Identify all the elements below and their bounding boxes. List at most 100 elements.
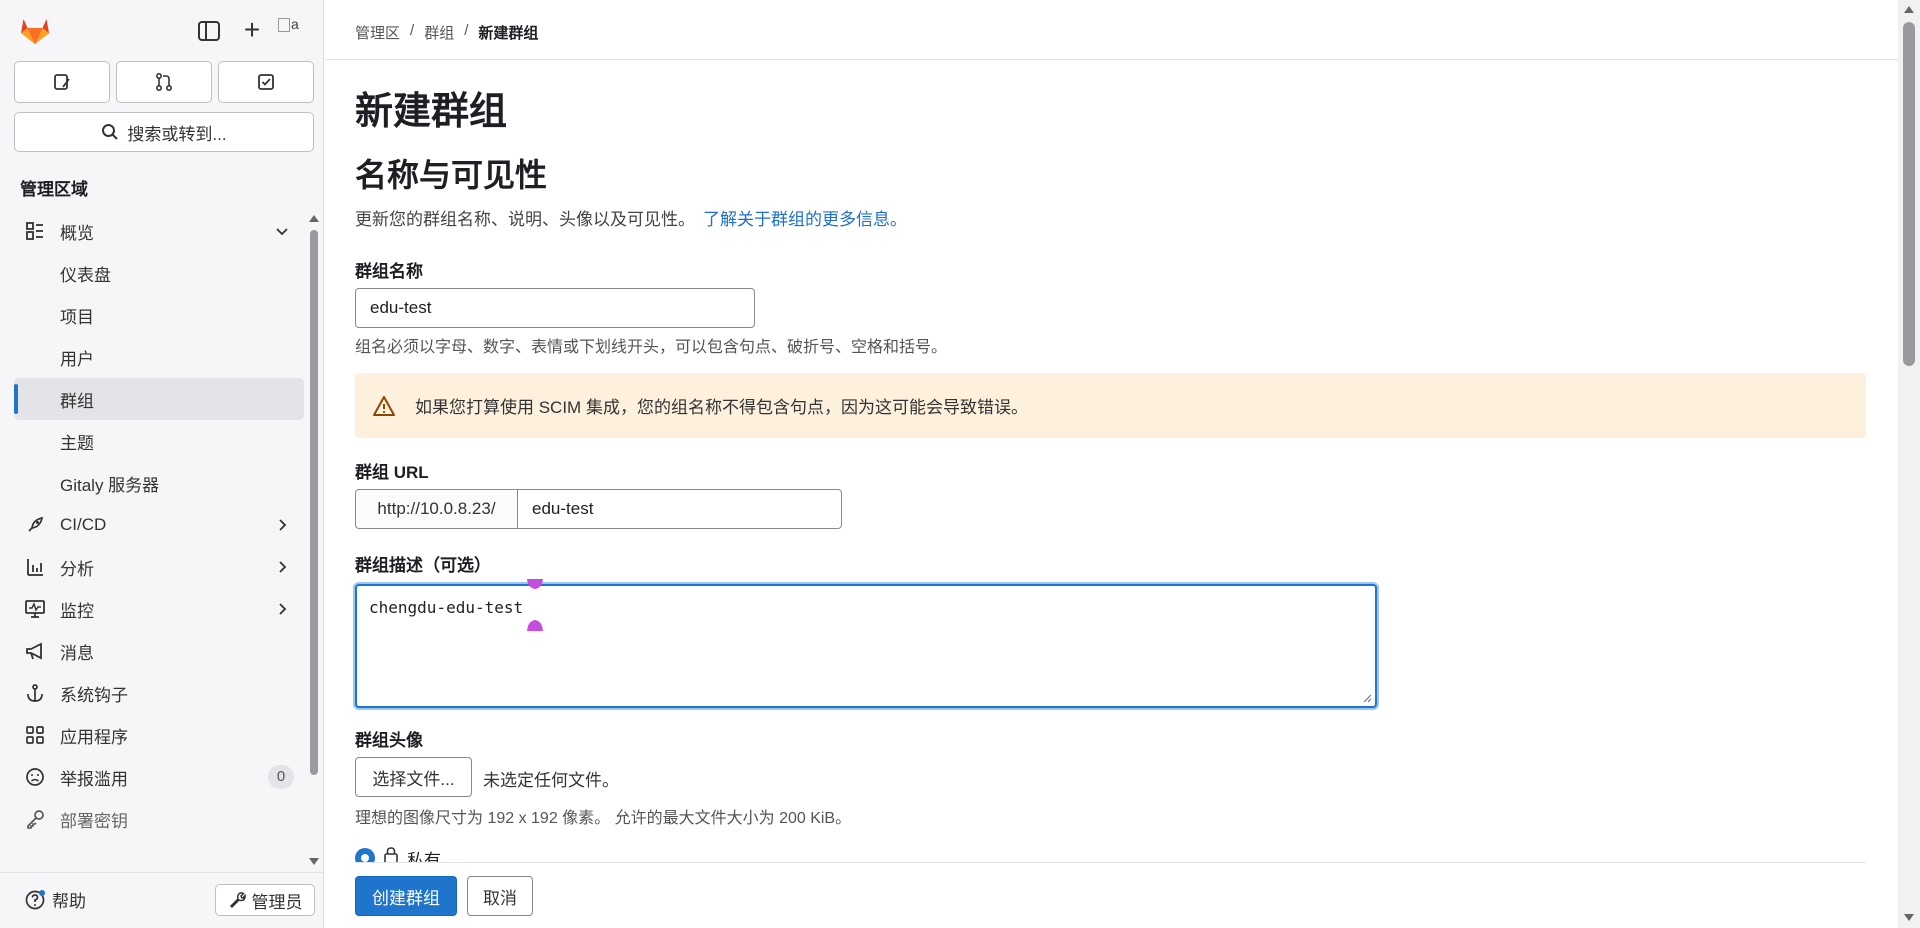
admin-button[interactable]: 管理员 xyxy=(215,884,315,916)
sidebar-item-label: 消息 xyxy=(60,643,94,663)
megaphone-icon xyxy=(26,642,42,660)
sidebar-item-overview[interactable]: 概览 xyxy=(14,210,304,252)
sidebar-item-dashboard[interactable]: 仪表盘 xyxy=(14,252,304,294)
sidebar-item-topics[interactable]: 主题 xyxy=(14,420,304,462)
issues-button[interactable] xyxy=(14,61,110,103)
sidebar-scroll-up-icon[interactable] xyxy=(309,215,319,222)
todo-icon xyxy=(258,74,274,90)
group-url-label: 群组 URL xyxy=(355,463,429,482)
sidebar-nav: 概览 仪表盘 项目 用户 群组 主题 Gitaly 服务器 CI/CD 分析 监… xyxy=(14,210,304,840)
alert-text: 如果您打算使用 SCIM 集成，您的组名称不得包含句点，因为这可能会导致错误。 xyxy=(415,398,1028,417)
sidebar-scrollbar[interactable] xyxy=(310,230,318,775)
sidebar-item-gitaly[interactable]: Gitaly 服务器 xyxy=(14,462,304,504)
search-button[interactable]: 搜索或转到... xyxy=(14,112,314,152)
group-description-textarea[interactable]: chengdu-edu-test xyxy=(355,584,1377,708)
chevron-down-icon xyxy=(276,228,288,236)
warning-icon xyxy=(373,396,395,416)
breadcrumb-current[interactable]: 新建群组 xyxy=(478,22,538,43)
area-title: 管理区域 xyxy=(20,180,88,199)
sidebar-item-label: 仪表盘 xyxy=(60,265,111,285)
admin-label: 管理员 xyxy=(251,892,303,912)
group-url-input[interactable]: edu-test xyxy=(517,489,842,529)
issues-icon xyxy=(54,74,70,90)
breadcrumb-admin-link[interactable]: 管理区 xyxy=(355,22,400,43)
sidebar-item-analytics[interactable]: 分析 xyxy=(14,546,304,588)
create-group-button[interactable]: 创建群组 xyxy=(355,876,457,916)
sidebar: + a 搜索或转到... 管理区域 概览 仪表盘 项目 用户 群组 主题 Git… xyxy=(0,0,324,928)
group-url-value: edu-test xyxy=(532,499,594,518)
page-scroll-down-icon[interactable] xyxy=(1904,914,1914,921)
key-icon xyxy=(27,810,44,829)
form-actions: 创建群组 取消 xyxy=(355,862,1866,928)
gitlab-logo-icon[interactable] xyxy=(18,13,52,47)
sidebar-item-label: 概览 xyxy=(60,223,94,243)
sidebar-item-label: Gitaly 服务器 xyxy=(60,475,160,495)
search-icon xyxy=(102,124,119,140)
main-content: 管理区 / 群组 / 新建群组 新建群组 名称与可见性 更新您的群组名称、说明、… xyxy=(325,0,1898,928)
breadcrumb-separator: / xyxy=(410,22,415,39)
page-scrollbar[interactable] xyxy=(1898,0,1920,928)
todos-button[interactable] xyxy=(218,61,314,103)
sidebar-item-label: CI/CD xyxy=(60,515,107,534)
scim-warning-alert: 如果您打算使用 SCIM 集成，您的组名称不得包含句点，因为这可能会导致错误。 xyxy=(355,373,1866,438)
section-title: 名称与可见性 xyxy=(355,157,548,193)
group-name-input[interactable]: edu-test xyxy=(355,288,755,328)
sidebar-item-cicd[interactable]: CI/CD xyxy=(14,504,304,546)
sidebar-item-label: 举报滥用 xyxy=(60,769,128,789)
chart-icon xyxy=(27,559,43,576)
sidebar-scroll-down-icon[interactable] xyxy=(309,858,319,865)
sidebar-header: + a xyxy=(0,0,324,62)
page-title: 新建群组 xyxy=(355,91,508,133)
sidebar-item-applications[interactable]: 应用程序 xyxy=(14,714,304,756)
resize-handle-icon[interactable] xyxy=(1362,693,1372,703)
choose-file-button[interactable]: 选择文件... xyxy=(355,757,472,797)
group-avatar-label: 群组头像 xyxy=(355,731,423,750)
sidebar-item-label: 监控 xyxy=(60,601,94,621)
quick-actions xyxy=(14,61,314,103)
section-description-text: 更新您的群组名称、说明、头像以及可见性。 xyxy=(355,210,695,229)
sidebar-item-users[interactable]: 用户 xyxy=(14,336,304,378)
sidebar-item-system-hooks[interactable]: 系统钩子 xyxy=(14,672,304,714)
sidebar-item-abuse-reports[interactable]: 举报滥用 0 xyxy=(14,756,304,798)
cancel-button[interactable]: 取消 xyxy=(467,876,533,916)
breadcrumb-separator: / xyxy=(464,22,469,39)
file-status-text: 未选定任何文件。 xyxy=(483,771,619,790)
group-name-value: edu-test xyxy=(370,298,432,317)
sidebar-item-deploy-keys[interactable]: 部署密钥 xyxy=(14,798,304,840)
sidebar-item-projects[interactable]: 项目 xyxy=(14,294,304,336)
sidebar-item-monitoring[interactable]: 监控 xyxy=(14,588,304,630)
section-description: 更新您的群组名称、说明、头像以及可见性。 了解关于群组的更多信息。 xyxy=(355,205,907,230)
wrench-icon xyxy=(229,892,246,909)
rocket-icon xyxy=(28,516,44,532)
sidebar-item-label: 分析 xyxy=(60,559,94,579)
create-new-icon[interactable]: + xyxy=(239,16,265,44)
count-badge: 0 xyxy=(268,765,294,789)
breadcrumb: 管理区 / 群组 / 新建群组 xyxy=(355,22,538,43)
help-button[interactable]: 帮助 xyxy=(24,887,86,912)
group-name-hint: 组名必须以字母、数字、表情或下划线开头，可以包含句点、破折号、空格和括号。 xyxy=(355,339,948,356)
group-name-label: 群组名称 xyxy=(355,262,423,281)
sidebar-item-label: 项目 xyxy=(60,307,94,327)
breadcrumb-groups-link[interactable]: 群组 xyxy=(424,22,454,43)
sidebar-item-label: 部署密钥 xyxy=(60,811,128,831)
search-label: 搜索或转到... xyxy=(127,124,227,144)
page-scrollbar-thumb[interactable] xyxy=(1903,22,1915,366)
monitor-icon xyxy=(25,600,45,618)
chevron-right-icon xyxy=(279,603,287,615)
avatar[interactable]: a xyxy=(278,16,310,46)
learn-more-link[interactable]: 了解关于群组的更多信息。 xyxy=(703,210,907,229)
overview-icon xyxy=(26,222,43,240)
avatar-size-hint: 理想的图像尺寸为 192 x 192 像素。 允许的最大文件大小为 200 Ki… xyxy=(355,810,852,827)
sidebar-item-messages[interactable]: 消息 xyxy=(14,630,304,672)
sidebar-item-label: 系统钩子 xyxy=(60,685,128,705)
page-scroll-up-icon[interactable] xyxy=(1904,6,1914,13)
header-divider xyxy=(325,59,1898,60)
chevron-right-icon xyxy=(279,519,287,531)
merge-requests-button[interactable] xyxy=(116,61,212,103)
sidebar-toggle-icon[interactable] xyxy=(196,19,222,43)
sidebar-item-label: 用户 xyxy=(60,349,94,369)
sidebar-item-label: 主题 xyxy=(60,433,94,453)
abuse-icon xyxy=(26,768,44,786)
sidebar-footer: 帮助 管理员 xyxy=(0,872,324,928)
sidebar-item-groups[interactable]: 群组 xyxy=(14,378,304,420)
